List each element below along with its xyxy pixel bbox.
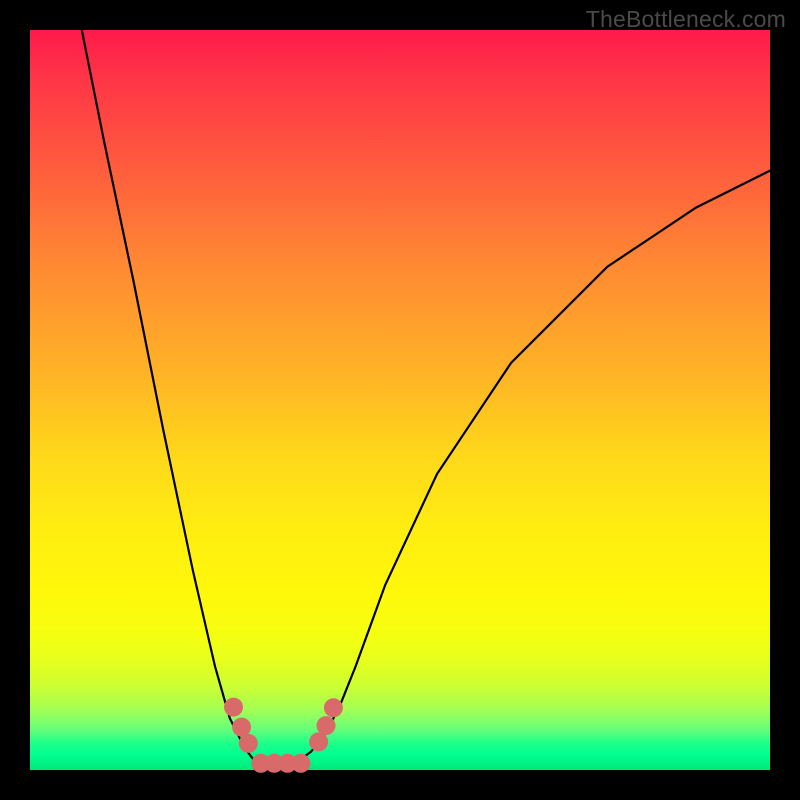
curve-marker <box>232 718 251 737</box>
curve-markers <box>224 698 343 773</box>
watermark-text: TheBottleneck.com <box>586 6 786 33</box>
chart-container: TheBottleneck.com <box>0 0 800 800</box>
curve-marker <box>291 754 310 773</box>
curve-marker <box>224 698 243 717</box>
curve-marker <box>239 734 258 753</box>
bottleneck-curve <box>82 30 770 770</box>
curve-marker <box>317 716 336 735</box>
plot-area <box>30 30 770 770</box>
curve-marker <box>324 698 343 717</box>
curve-marker <box>309 732 328 751</box>
curve-svg <box>30 30 770 770</box>
